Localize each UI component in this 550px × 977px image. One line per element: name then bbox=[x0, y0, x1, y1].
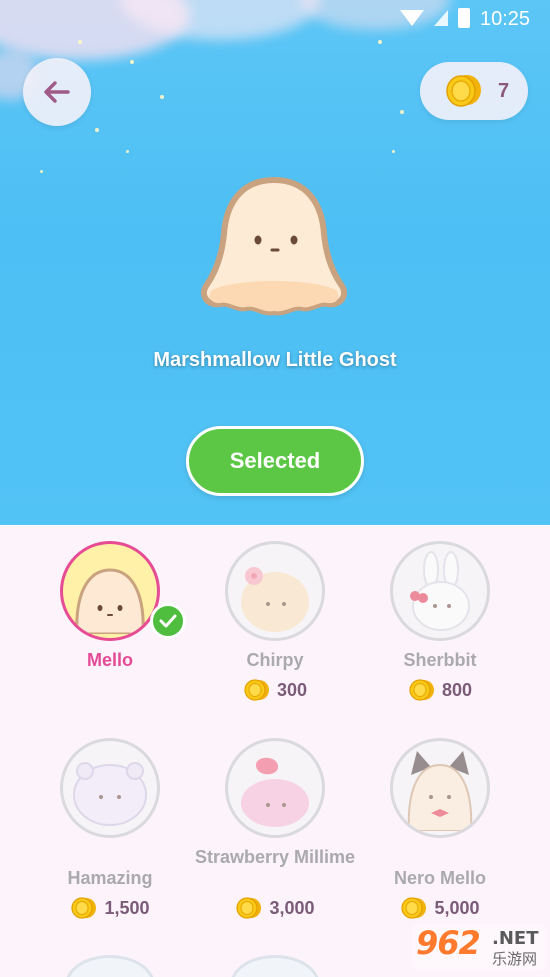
price-value: 5,000 bbox=[434, 897, 480, 918]
sherbbit-character-image bbox=[410, 551, 470, 631]
nero-mello-character-image bbox=[407, 751, 473, 831]
avatar bbox=[60, 541, 160, 641]
coin-icon bbox=[408, 678, 436, 702]
character-name-label: Hamazing bbox=[67, 868, 153, 888]
signal-icon bbox=[434, 10, 448, 26]
character-name-label: Nero Mello bbox=[393, 868, 486, 888]
coin-icon bbox=[400, 896, 428, 920]
avatar bbox=[60, 738, 160, 838]
character-price: 5,000 bbox=[350, 896, 530, 920]
check-icon bbox=[150, 603, 186, 639]
price-value: 1,500 bbox=[104, 897, 150, 918]
coin-balance-value: 7 bbox=[498, 79, 510, 102]
price-value: 3,000 bbox=[269, 897, 315, 918]
status-time: 10:25 bbox=[480, 8, 531, 30]
avatar bbox=[225, 738, 325, 838]
ghost-character-image bbox=[200, 176, 348, 316]
character-price: 1,500 bbox=[20, 896, 200, 920]
avatar bbox=[390, 738, 490, 838]
back-button[interactable] bbox=[23, 58, 91, 126]
character-card-hamazing[interactable]: Hamazing 1,500 bbox=[20, 722, 200, 922]
character-name-label: Mello bbox=[86, 650, 133, 670]
hamazing-character-image bbox=[73, 762, 147, 826]
hero-banner: 10:25 7 Marshmallow Little Ghost Selecte… bbox=[0, 0, 550, 525]
character-price: 3,000 bbox=[185, 896, 365, 920]
character-price: 300 bbox=[185, 678, 365, 702]
price-value: 800 bbox=[441, 679, 473, 700]
watermark-number: 962 bbox=[416, 924, 481, 962]
character-card-sherbbit[interactable]: Sherbbit 800 bbox=[350, 525, 530, 725]
coin-icon bbox=[444, 73, 484, 109]
character-name-label: Chirpy bbox=[246, 650, 304, 670]
coin-icon bbox=[70, 896, 98, 920]
character-grid: Mello Chirpy 300 Sherbbit 800 Hamazing 1… bbox=[0, 525, 550, 977]
character-card-strawberry-millime[interactable]: Strawberry Millime 3,000 bbox=[185, 722, 365, 922]
avatar bbox=[225, 541, 325, 641]
character-name-label: Sherbbit bbox=[403, 650, 477, 670]
price-value: 300 bbox=[276, 679, 308, 700]
selected-button[interactable]: Selected bbox=[186, 426, 364, 496]
coin-balance[interactable]: 7 bbox=[420, 62, 528, 120]
watermark-logo: 962 .NET 乐游网 bbox=[412, 924, 546, 970]
status-bar: 10:25 bbox=[350, 0, 550, 38]
wifi-icon bbox=[400, 10, 424, 26]
character-card-mello[interactable]: Mello bbox=[20, 525, 200, 725]
character-name: Marshmallow Little Ghost bbox=[153, 349, 397, 371]
coin-icon bbox=[235, 896, 263, 920]
character-card-chirpy[interactable]: Chirpy 300 bbox=[185, 525, 365, 725]
avatar bbox=[390, 541, 490, 641]
character-price: 800 bbox=[350, 678, 530, 702]
character-card-nero-mello[interactable]: Nero Mello 5,000 bbox=[350, 722, 530, 922]
character-name-label: Strawberry Millime bbox=[194, 847, 356, 867]
back-arrow-icon bbox=[44, 81, 70, 103]
strawberry-millime-character-image bbox=[241, 757, 309, 827]
coin-icon bbox=[243, 678, 271, 702]
mello-character-image bbox=[75, 568, 145, 634]
watermark-domain: .NET bbox=[492, 928, 539, 949]
watermark-caption: 乐游网 bbox=[492, 950, 538, 968]
chirpy-character-image bbox=[241, 567, 309, 632]
battery-icon bbox=[458, 8, 470, 28]
